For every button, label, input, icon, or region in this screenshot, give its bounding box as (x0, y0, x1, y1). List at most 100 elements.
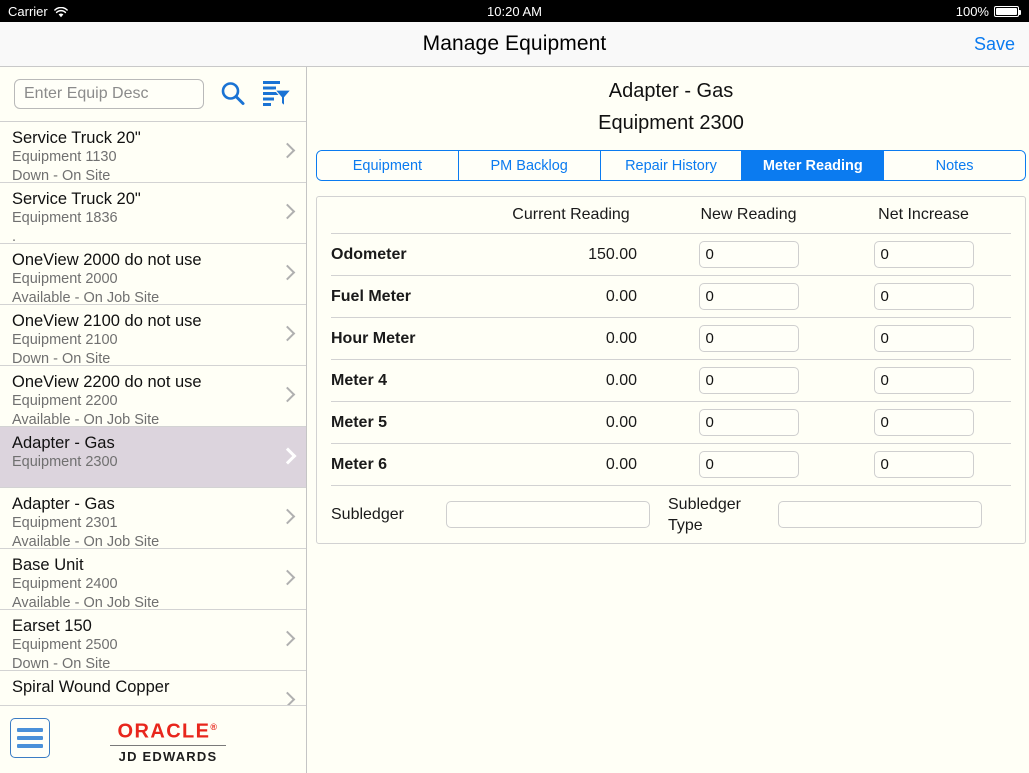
meter-current-value: 0.00 (605, 371, 637, 389)
list-item[interactable]: Service Truck 20" Equipment 1836 . (0, 183, 306, 245)
net-increase-input[interactable] (873, 451, 974, 478)
wifi-icon (53, 6, 68, 17)
net-increase-input[interactable] (873, 367, 974, 394)
list-item[interactable]: OneView 2000 do not use Equipment 2000 A… (0, 244, 306, 306)
list-item-title: Base Unit (12, 556, 84, 574)
list-item[interactable]: OneView 2200 do not use Equipment 2200 A… (0, 366, 306, 428)
meter-new-cell (661, 367, 836, 394)
detail-header: Adapter - Gas Equipment 2300 (307, 67, 1029, 139)
carrier-label: Carrier (8, 3, 48, 19)
meter-current-value: 0.00 (605, 287, 637, 305)
meter-label: Meter 5 (331, 413, 388, 431)
chevron-right-icon (282, 447, 292, 465)
search-input[interactable] (14, 79, 204, 109)
equipment-detail-pane: Adapter - Gas Equipment 2300 Equipment P… (307, 67, 1029, 773)
list-item-title: Adapter - Gas (12, 495, 115, 513)
equipment-list[interactable]: Service Truck 20" Equipment 1130 Down - … (0, 122, 306, 705)
page-title: Manage Equipment (422, 32, 607, 55)
chevron-right-icon (282, 508, 292, 526)
subledger-type-label: Subledger Type (668, 495, 741, 534)
net-increase-input[interactable] (873, 409, 974, 436)
list-item[interactable]: Service Truck 20" Equipment 1130 Down - … (0, 122, 306, 184)
detail-subtitle: Equipment 2300 (598, 112, 744, 134)
net-increase-input[interactable] (873, 283, 974, 310)
navigation-bar: Manage Equipment Save (0, 22, 1029, 67)
meter-new-cell (661, 451, 836, 478)
new-reading-input[interactable] (698, 409, 799, 436)
status-bar-left: Carrier (0, 4, 340, 19)
meter-net-cell (836, 241, 1011, 268)
list-item-title: Earset 150 (12, 617, 92, 635)
net-increase-input[interactable] (873, 325, 974, 352)
table-row: Odometer 150.00 (331, 233, 1011, 275)
list-item-title: OneView 2200 do not use (12, 373, 202, 391)
meter-new-cell (661, 409, 836, 436)
new-reading-input[interactable] (698, 367, 799, 394)
equipment-sidebar: Service Truck 20" Equipment 1130 Down - … (0, 67, 307, 773)
subledger-label: Subledger (331, 505, 404, 523)
tab-repair-history[interactable]: Repair History (600, 151, 743, 180)
chevron-right-icon (282, 630, 292, 648)
table-row: Hour Meter 0.00 (331, 317, 1011, 359)
list-item-equipment: Equipment 2400 (12, 576, 118, 592)
ios-status-bar: Carrier 10:20 AM 100% (0, 0, 1029, 22)
logo-divider (110, 744, 226, 746)
new-reading-input[interactable] (698, 451, 799, 478)
tab-notes[interactable]: Notes (884, 151, 1025, 180)
meter-new-cell (661, 283, 836, 310)
meter-net-cell (836, 283, 1011, 310)
filter-icon[interactable] (262, 80, 292, 108)
chevron-right-icon (282, 203, 292, 221)
table-row: Meter 6 0.00 (331, 443, 1011, 485)
chevron-right-icon (282, 325, 292, 343)
meter-current-value: 0.00 (605, 413, 637, 431)
subledger-row: Subledger Subledger Type (331, 485, 1011, 543)
list-item-equipment: Equipment 2500 (12, 637, 118, 653)
subledger-input[interactable] (446, 501, 650, 528)
table-row: Meter 5 0.00 (331, 401, 1011, 443)
search-toolbar (0, 67, 306, 122)
meter-reading-card: Current Reading New Reading Net Increase… (316, 196, 1026, 544)
net-increase-input[interactable] (873, 241, 974, 268)
list-item[interactable]: Base Unit Equipment 2400 Available - On … (0, 549, 306, 611)
table-row: Fuel Meter 0.00 (331, 275, 1011, 317)
meter-current-value: 0.00 (605, 329, 637, 347)
detail-title: Adapter - Gas (608, 80, 734, 102)
hamburger-menu-icon[interactable] (10, 718, 50, 758)
list-item-equipment: Equipment 1130 (12, 149, 117, 165)
list-item[interactable]: Adapter - Gas Equipment 2301 Available -… (0, 488, 306, 550)
status-bar-right: 100% (689, 4, 1029, 19)
meter-net-cell (836, 367, 1011, 394)
new-reading-input[interactable] (698, 241, 799, 268)
header-current-reading: Current Reading (512, 206, 630, 223)
list-item-title: Adapter - Gas (12, 434, 115, 452)
app-screen: Carrier 10:20 AM 100% Manage Equipment S… (0, 0, 1029, 773)
list-item-equipment: Equipment 2200 (12, 393, 118, 409)
subledger-type-input[interactable] (778, 501, 982, 528)
tab-pm-backlog[interactable]: PM Backlog (458, 151, 601, 180)
tab-equipment[interactable]: Equipment (317, 151, 459, 180)
meter-label: Odometer (331, 245, 407, 263)
save-button[interactable]: Save (974, 34, 1015, 55)
list-item-selected[interactable]: Adapter - Gas Equipment 2300 (0, 427, 306, 488)
chevron-right-icon (282, 691, 292, 705)
list-item-equipment: Equipment 2300 (12, 454, 118, 470)
status-bar-clock: 10:20 AM (487, 3, 542, 19)
list-item-equipment: Equipment 2301 (12, 515, 118, 531)
meter-label: Meter 6 (331, 455, 388, 473)
new-reading-input[interactable] (698, 283, 799, 310)
tab-meter-reading[interactable]: Meter Reading (742, 151, 885, 180)
list-item-title: OneView 2000 do not use (12, 251, 202, 269)
search-icon[interactable] (218, 79, 248, 109)
new-reading-input[interactable] (698, 325, 799, 352)
list-item-equipment: Equipment 2000 (12, 271, 118, 287)
meter-current-value: 150.00 (588, 245, 637, 263)
list-item[interactable]: OneView 2100 do not use Equipment 2100 D… (0, 305, 306, 367)
battery-percent-label: 100% (955, 3, 989, 19)
list-item[interactable]: Spiral Wound Copper (0, 671, 306, 705)
list-item[interactable]: Earset 150 Equipment 2500 Down - On Site (0, 610, 306, 672)
meter-current-value: 0.00 (605, 455, 637, 473)
detail-tab-bar: Equipment PM Backlog Repair History Mete… (316, 150, 1026, 181)
list-item-title: Service Truck 20" (12, 190, 141, 208)
battery-icon (993, 5, 1021, 17)
